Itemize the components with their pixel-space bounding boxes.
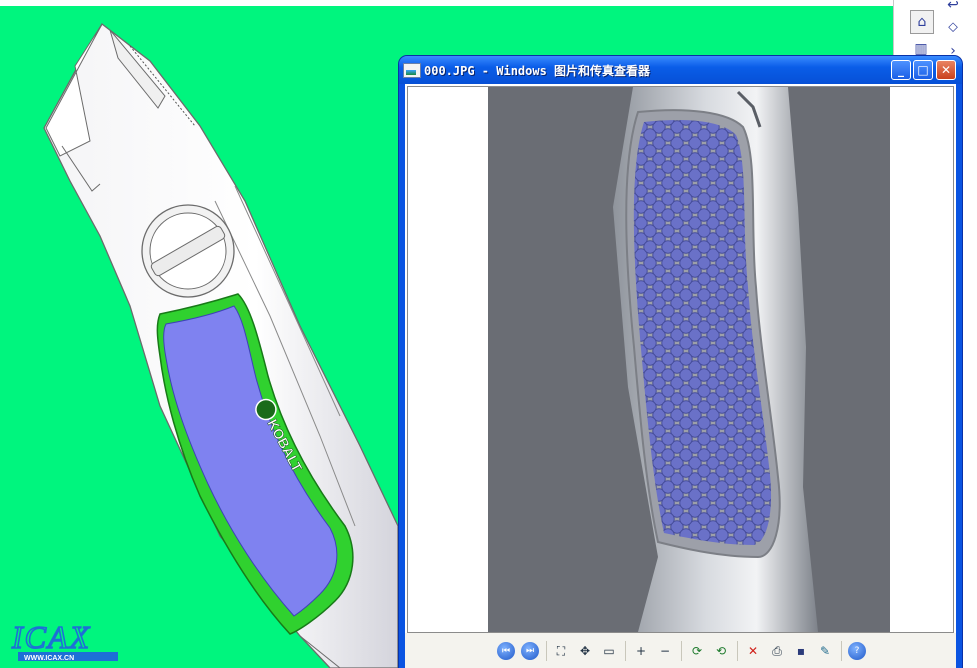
actual-size-icon[interactable]: ✥ [576, 642, 594, 660]
zoom-in-icon[interactable]: + [632, 642, 650, 660]
best-fit-glyph: ⛶ [556, 643, 566, 658]
rotate-clockwise-glyph: ⟳ [691, 644, 703, 658]
rotate-counterclockwise-icon[interactable]: ⟲ [712, 642, 730, 660]
maximize-button[interactable]: □ [913, 60, 933, 80]
viewer-client-area: ⏮ ⏭ ⛶ ✥ ▭ + − ⟳ ⟲ ✕ ⎙ ▪ ✎ ? [405, 84, 956, 668]
zoom-out-icon[interactable]: − [656, 642, 674, 660]
watermark-url: WWW.ICAX.CN [24, 655, 74, 662]
help-icon[interactable]: ? [848, 642, 866, 660]
zoom-out-glyph: − [659, 644, 671, 658]
next-image-icon[interactable]: ⏭ [521, 642, 539, 660]
window-titlebar[interactable]: 000.JPG - Windows 图片和传真查看器 _ □ ✕ [399, 56, 962, 84]
watermark-logo: ICAX [11, 619, 91, 655]
lock-knob [141, 204, 235, 298]
picture-viewer-window: 000.JPG - Windows 图片和传真查看器 _ □ ✕ ⏮ ⏭ ⛶ ✥… [399, 56, 962, 668]
print-glyph: ⎙ [772, 643, 782, 658]
viewer-toolbar: ⏮ ⏭ ⛶ ✥ ▭ + − ⟳ ⟲ ✕ ⎙ ▪ ✎ ? [405, 633, 956, 668]
next-image-glyph: ⏭ [525, 646, 535, 656]
toolbar-separator [737, 641, 738, 661]
best-fit-icon[interactable]: ⛶ [552, 642, 570, 660]
slideshow-glyph: ▭ [603, 644, 615, 658]
viewer-app-icon [403, 63, 421, 78]
save-glyph: ▪ [796, 644, 806, 658]
delete-icon[interactable]: ✕ [744, 642, 762, 660]
minimize-icon: _ [898, 63, 904, 77]
slideshow-icon[interactable]: ▭ [600, 642, 618, 660]
zoom-in-glyph: + [635, 644, 647, 658]
rotate-clockwise-icon[interactable]: ⟳ [688, 642, 706, 660]
print-icon[interactable]: ⎙ [768, 642, 786, 660]
knife-photo [488, 87, 890, 632]
delete-glyph: ✕ [747, 644, 759, 658]
previous-image-glyph: ⏮ [501, 646, 511, 656]
maximize-icon: □ [917, 63, 929, 77]
close-button[interactable]: ✕ [936, 60, 956, 80]
rotate-counterclockwise-glyph: ⟲ [715, 644, 727, 658]
help-glyph: ? [854, 646, 860, 656]
edit-icon[interactable]: ✎ [816, 642, 834, 660]
toolbar-separator [546, 641, 547, 661]
toolbar-separator [625, 641, 626, 661]
previous-image-icon[interactable]: ⏮ [497, 642, 515, 660]
actual-size-glyph: ✥ [579, 644, 591, 658]
toolbar-separator [681, 641, 682, 661]
edit-glyph: ✎ [819, 644, 831, 658]
close-icon: ✕ [940, 63, 952, 77]
home-icon[interactable]: ⌂ [910, 10, 934, 34]
partial-icon[interactable]: ↩ [942, 0, 964, 16]
sketch-icon[interactable]: ⬦ [942, 16, 964, 38]
minimize-button[interactable]: _ [891, 60, 911, 80]
save-icon[interactable]: ▪ [792, 642, 810, 660]
image-frame [407, 86, 954, 633]
toolbar-separator [841, 641, 842, 661]
window-title: 000.JPG - Windows 图片和传真查看器 [424, 64, 651, 78]
icax-watermark: ICAX WWW.ICAX.CN [10, 618, 125, 664]
